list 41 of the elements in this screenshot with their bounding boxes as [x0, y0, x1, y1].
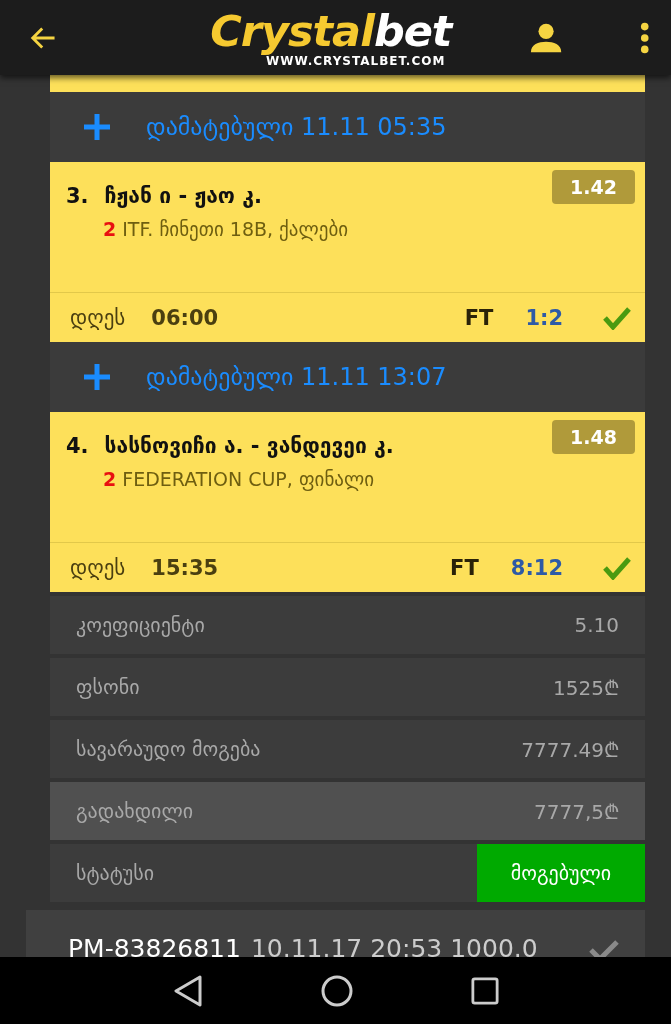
match-number: 3. [66, 184, 89, 208]
summary-value: 7777,5₾ [534, 798, 619, 825]
ticket-row[interactable]: PM-83826811 10.11.17 20:53 1000.0 [26, 910, 645, 957]
sport-period: 2 [103, 218, 117, 240]
match-status: FT [464, 305, 494, 330]
ticket-details: 10.11.17 20:53 1000.0 [250, 934, 538, 957]
sport-period: 2 [103, 468, 117, 490]
match-day: დღეს [70, 555, 126, 580]
plus-icon[interactable] [82, 362, 112, 392]
match-status: FT [450, 555, 479, 580]
match-teams: ჩჟან ი - ჟაო კ. [104, 184, 262, 208]
logo[interactable]: Crystalbet [210, 7, 452, 54]
user-icon[interactable] [529, 21, 564, 54]
match-day: დღეს [70, 305, 126, 330]
league-name: ITF. ჩინეთი 18B, ქალები [122, 218, 349, 240]
match-time: 06:00 [151, 305, 219, 330]
more-menu-icon[interactable] [639, 21, 649, 54]
ticket-id: PM-83826811 [68, 934, 241, 957]
match-number: 4. [66, 434, 89, 458]
odds-badge: 1.48 [552, 420, 635, 454]
summary-value: 7777.49₾ [521, 736, 619, 763]
back-icon[interactable] [172, 974, 203, 1007]
summary-value: 5.10 [574, 613, 619, 637]
plus-icon[interactable] [82, 112, 112, 142]
match-score: 1:2 [525, 305, 563, 330]
added-timestamp: დამატებული 11.11 13:07 [146, 363, 447, 391]
summary-value: 1525₾ [553, 674, 619, 701]
summary-label: კოეფიციენტი [76, 613, 205, 637]
summary-label: ფსონი [76, 675, 140, 699]
summary-label: სავარაუდო მოგება [76, 737, 261, 761]
added-timestamp: დამატებული 11.11 05:35 [146, 113, 447, 141]
summary-label: გადახდილი [76, 799, 194, 823]
match-teams: სასნოვიჩი ა. - ვანდევეი კ. [104, 434, 394, 458]
status-badge: მოგებული [477, 844, 645, 902]
league-name: FEDERATION CUP, ფინალი [122, 468, 375, 490]
home-icon[interactable] [320, 974, 353, 1007]
summary-label: სტატუსი [76, 861, 155, 885]
match-score: 8:12 [510, 555, 563, 580]
match-time: 15:35 [151, 555, 219, 580]
odds-badge: 1.42 [552, 170, 635, 204]
recents-icon[interactable] [470, 976, 499, 1005]
